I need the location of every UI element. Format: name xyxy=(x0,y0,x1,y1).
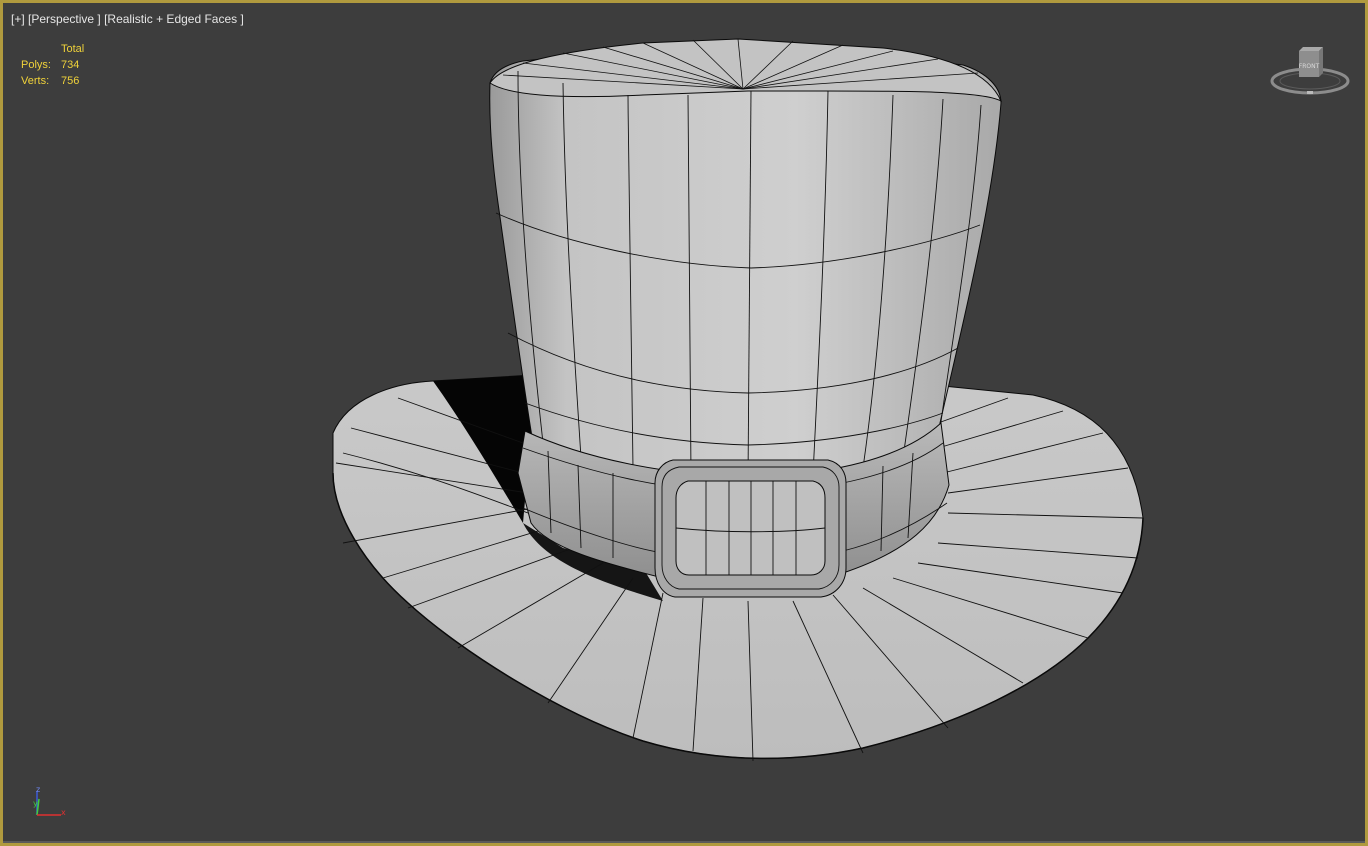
polys-label: Polys: xyxy=(21,59,51,71)
verts-value: 756 xyxy=(61,75,80,87)
viewport-shading-menu[interactable]: [Realistic + Edged Faces ] xyxy=(104,12,244,26)
stats-header: Total xyxy=(61,43,85,55)
axis-tripod-icon: z y x xyxy=(27,781,71,825)
perspective-viewport[interactable]: [+] [Perspective ] [Realistic + Edged Fa… xyxy=(0,0,1368,846)
viewcube-face-label[interactable]: FRONT xyxy=(1299,63,1320,70)
viewport-view-menu[interactable]: [Perspective ] xyxy=(28,12,101,26)
viewport-bottom-divider xyxy=(3,841,1365,843)
axis-y-label: y xyxy=(33,799,38,808)
buckle-inner xyxy=(675,480,826,576)
axis-x-label: x xyxy=(61,808,66,817)
viewcube-icon[interactable]: FRONT xyxy=(1267,43,1353,103)
viewport-label: [+] [Perspective ] [Realistic + Edged Fa… xyxy=(11,12,244,26)
hat-crown xyxy=(489,38,1002,482)
polys-value: 734 xyxy=(61,59,80,71)
viewport-menu-plus[interactable]: [+] xyxy=(11,12,25,26)
axis-z-label: z xyxy=(36,785,41,794)
verts-label: Verts: xyxy=(21,75,50,87)
scene-canvas[interactable] xyxy=(3,3,1368,846)
top-hat-mesh[interactable] xyxy=(332,38,1144,762)
statistics-overlay: Total Polys: 734 Verts: 756 xyxy=(21,41,84,89)
